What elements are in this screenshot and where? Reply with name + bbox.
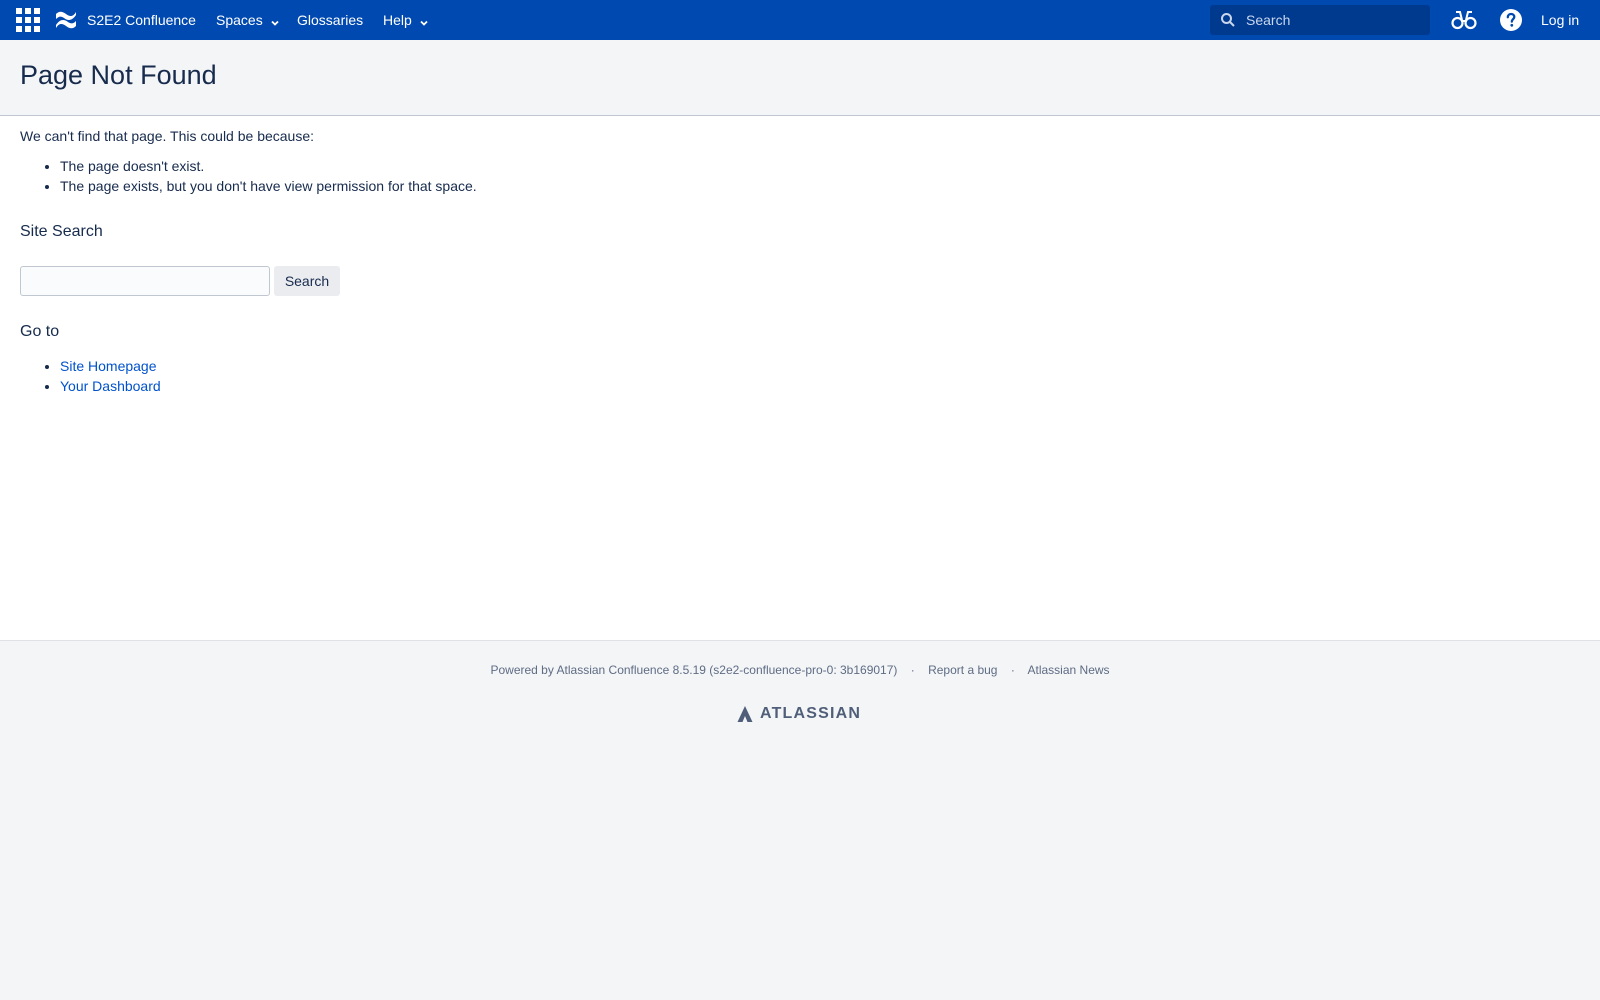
footer-links: Powered by Atlassian Confluence 8.5.19 (… [0, 663, 1600, 677]
chevron-down-icon [270, 15, 280, 26]
help-icon[interactable] [1499, 8, 1523, 32]
atlassian-mark-icon [736, 705, 754, 723]
quick-search[interactable] [1210, 5, 1430, 35]
login-link[interactable]: Log in [1541, 0, 1579, 40]
list-item: The page doesn't exist. [60, 156, 477, 176]
atlassian-logo: ATLASSIAN [736, 704, 861, 724]
intro-text: We can't find that page. This could be b… [20, 128, 315, 144]
page-header: Page Not Found [0, 40, 1600, 116]
powered-by-link[interactable]: Powered by Atlassian Confluence 8.5.19 (… [490, 663, 897, 677]
nav-glossaries[interactable]: Glossaries [297, 0, 363, 40]
footer-separator: · [1010, 663, 1015, 677]
nav-spaces-label: Spaces [216, 12, 263, 28]
quick-search-input[interactable] [1244, 6, 1424, 34]
nav-help-label: Help [383, 12, 412, 28]
top-navigation-bar: S2E2 Confluence Spaces Glossaries Help S… [0, 0, 1600, 40]
site-search-heading: Site Search [20, 223, 103, 240]
chevron-down-icon [419, 15, 429, 26]
app-name: S2E2 Confluence [87, 12, 196, 28]
list-item: Your Dashboard [60, 376, 161, 396]
dashboard-link[interactable]: Your Dashboard [60, 378, 161, 394]
confluence-logo-icon [54, 8, 78, 32]
report-bug-link[interactable]: Report a bug [928, 663, 997, 677]
nav-spaces[interactable]: Spaces [216, 0, 280, 40]
atlassian-news-link[interactable]: Atlassian News [1028, 663, 1110, 677]
main-content: We can't find that page. This could be b… [0, 116, 1600, 640]
goto-list: Site Homepage Your Dashboard [20, 356, 161, 396]
nav-help[interactable]: Help [383, 0, 429, 40]
goto-heading: Go to [20, 323, 60, 340]
app-switcher-icon[interactable] [14, 6, 42, 34]
footer: Powered by Atlassian Confluence 8.5.19 (… [0, 640, 1600, 1000]
list-item: Site Homepage [60, 356, 161, 376]
search-icon [1220, 12, 1236, 28]
page-title: Page Not Found [20, 60, 217, 90]
home-logo-link[interactable]: S2E2 Confluence [54, 8, 196, 32]
binoculars-icon[interactable] [1450, 8, 1478, 32]
site-search-button[interactable]: Search [274, 266, 340, 296]
site-search-input[interactable] [20, 266, 270, 296]
footer-separator: · [910, 663, 915, 677]
nav-glossaries-label: Glossaries [297, 12, 364, 28]
atlassian-wordmark: ATLASSIAN [760, 705, 862, 722]
site-homepage-link[interactable]: Site Homepage [60, 358, 157, 374]
reasons-list: The page doesn't exist. The page exists,… [20, 156, 477, 196]
list-item: The page exists, but you don't have view… [60, 176, 477, 196]
